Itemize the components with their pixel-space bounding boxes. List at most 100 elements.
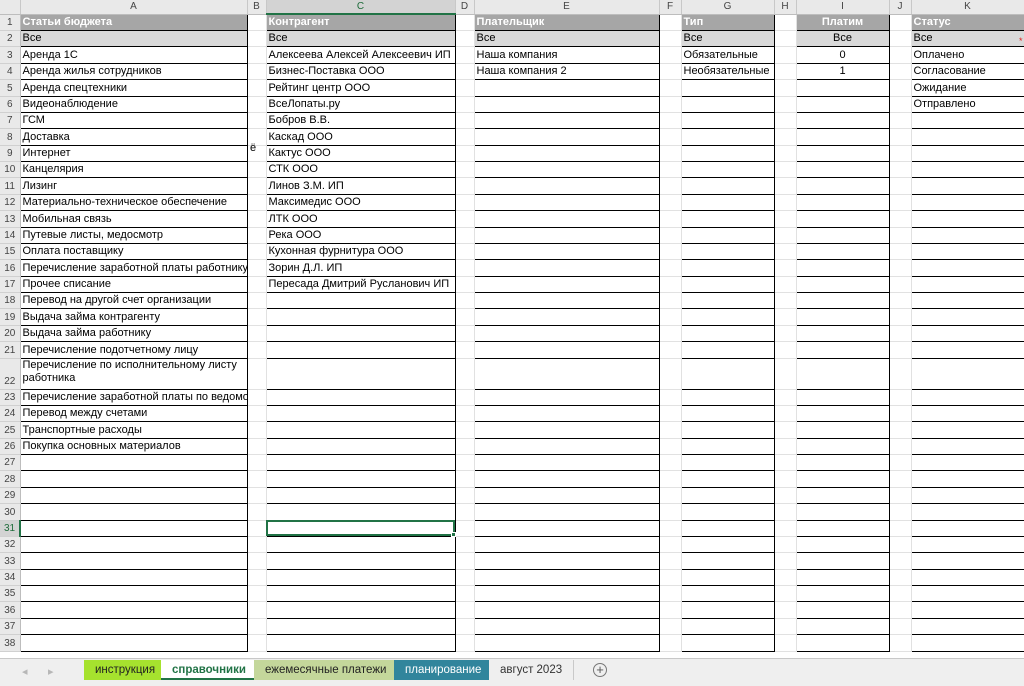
cell-i8[interactable] xyxy=(795,128,890,146)
cell-f24[interactable] xyxy=(659,405,682,423)
cell-k29[interactable] xyxy=(910,487,1024,505)
row-header-33[interactable]: 33 xyxy=(0,552,21,570)
cell-d17[interactable] xyxy=(455,276,475,294)
cell-i17[interactable] xyxy=(795,276,890,294)
cell-c36[interactable] xyxy=(265,601,456,619)
cell-f1[interactable] xyxy=(659,14,682,31)
cell-h28[interactable] xyxy=(774,470,797,488)
cell-d3[interactable] xyxy=(455,46,475,64)
row-header-3[interactable]: 3 xyxy=(0,46,21,64)
cell-g27[interactable] xyxy=(680,454,775,472)
cell-b18[interactable] xyxy=(247,292,267,310)
cell-f35[interactable] xyxy=(659,585,682,603)
cell-j6[interactable] xyxy=(889,96,912,113)
cell-h38[interactable] xyxy=(774,634,797,652)
row-header-22[interactable]: 22 xyxy=(0,358,21,390)
cell-h6[interactable] xyxy=(774,96,797,113)
fill-handle[interactable] xyxy=(451,532,456,538)
cell-b16[interactable] xyxy=(247,259,267,277)
cell-j15[interactable] xyxy=(889,243,912,261)
cell-j16[interactable] xyxy=(889,259,912,277)
row-header-18[interactable]: 18 xyxy=(0,292,21,310)
cell-g13[interactable] xyxy=(680,210,775,228)
cell-b14[interactable] xyxy=(247,227,267,244)
cell-h24[interactable] xyxy=(774,405,797,423)
cell-a29[interactable] xyxy=(19,487,248,505)
cell-i32[interactable] xyxy=(795,536,890,554)
cell-c8[interactable]: Каскад ООО xyxy=(265,128,456,146)
cell-f34[interactable] xyxy=(659,569,682,587)
cell-j17[interactable] xyxy=(889,276,912,294)
row-header-17[interactable]: 17 xyxy=(0,276,21,294)
cell-j31[interactable] xyxy=(889,520,912,537)
row-header-24[interactable]: 24 xyxy=(0,405,21,423)
cell-j9[interactable] xyxy=(889,145,912,163)
row-header-36[interactable]: 36 xyxy=(0,601,21,619)
add-sheet-icon[interactable]: + xyxy=(593,663,607,677)
column-header-b[interactable]: B xyxy=(247,0,267,15)
cell-c5[interactable]: Рейтинг центр ООО xyxy=(265,79,456,97)
cell-j33[interactable] xyxy=(889,552,912,570)
row-header-4[interactable]: 4 xyxy=(0,63,21,81)
cell-e25[interactable] xyxy=(473,421,660,439)
cell-f26[interactable] xyxy=(659,438,682,456)
cell-b26[interactable] xyxy=(247,438,267,456)
cell-k23[interactable] xyxy=(910,389,1024,406)
cell-c37[interactable] xyxy=(265,618,456,636)
cell-h19[interactable] xyxy=(774,308,797,326)
cell-k38[interactable] xyxy=(910,634,1024,652)
cell-e38[interactable] xyxy=(473,634,660,652)
cell-c18[interactable] xyxy=(265,292,456,310)
cell-h36[interactable] xyxy=(774,601,797,619)
row-header-21[interactable]: 21 xyxy=(0,341,21,359)
cell-d30[interactable] xyxy=(455,503,475,521)
column-header-e[interactable]: E xyxy=(474,0,660,15)
cell-d9[interactable] xyxy=(455,145,475,163)
cell-d7[interactable] xyxy=(455,112,475,130)
cell-d25[interactable] xyxy=(455,421,475,439)
cell-d37[interactable] xyxy=(455,618,475,636)
cell-b5[interactable] xyxy=(247,79,267,97)
cell-k10[interactable] xyxy=(910,161,1024,179)
cell-g2[interactable]: Все xyxy=(680,29,775,48)
cell-b23[interactable] xyxy=(247,389,267,406)
cell-a20[interactable]: Выдача займа работнику xyxy=(19,325,248,343)
cell-k13[interactable] xyxy=(910,210,1024,228)
cell-c12[interactable]: Максимедис ООО xyxy=(265,194,456,212)
cell-c2[interactable]: Все xyxy=(265,29,456,48)
row-header-16[interactable]: 16 xyxy=(0,259,21,277)
row-header-9[interactable]: 9 xyxy=(0,145,21,163)
cell-f7[interactable] xyxy=(659,112,682,130)
cell-k21[interactable] xyxy=(910,341,1024,359)
cell-b28[interactable] xyxy=(247,470,267,488)
cell-j28[interactable] xyxy=(889,470,912,488)
cell-c22[interactable] xyxy=(265,358,456,390)
cell-k4[interactable]: Согласование xyxy=(910,63,1024,81)
cell-c4[interactable]: Бизнес-Поставка ООО xyxy=(265,63,456,81)
cell-e12[interactable] xyxy=(473,194,660,212)
cell-f12[interactable] xyxy=(659,194,682,212)
cell-e14[interactable] xyxy=(473,227,660,244)
cell-e28[interactable] xyxy=(473,470,660,488)
cell-i18[interactable] xyxy=(795,292,890,310)
cell-c25[interactable] xyxy=(265,421,456,439)
cell-i37[interactable] xyxy=(795,618,890,636)
cell-k5[interactable]: Ожидание xyxy=(910,79,1024,97)
cell-h1[interactable] xyxy=(774,14,797,31)
cell-e32[interactable] xyxy=(473,536,660,554)
row-header-14[interactable]: 14 xyxy=(0,227,21,244)
cell-k19[interactable] xyxy=(910,308,1024,326)
cell-a35[interactable] xyxy=(19,585,248,603)
cell-j8[interactable] xyxy=(889,128,912,146)
cell-a17[interactable]: Прочее списание xyxy=(19,276,248,294)
cell-i26[interactable] xyxy=(795,438,890,456)
cell-f9[interactable] xyxy=(659,145,682,163)
cell-b21[interactable] xyxy=(247,341,267,359)
cell-i1[interactable]: Платим xyxy=(795,13,890,31)
cell-c27[interactable] xyxy=(265,454,456,472)
cell-f36[interactable] xyxy=(659,601,682,619)
cell-b19[interactable] xyxy=(247,308,267,326)
cell-a26[interactable]: Покупка основных материалов xyxy=(19,438,248,456)
cell-d22[interactable] xyxy=(455,358,475,390)
row-header-32[interactable]: 32 xyxy=(0,536,21,554)
